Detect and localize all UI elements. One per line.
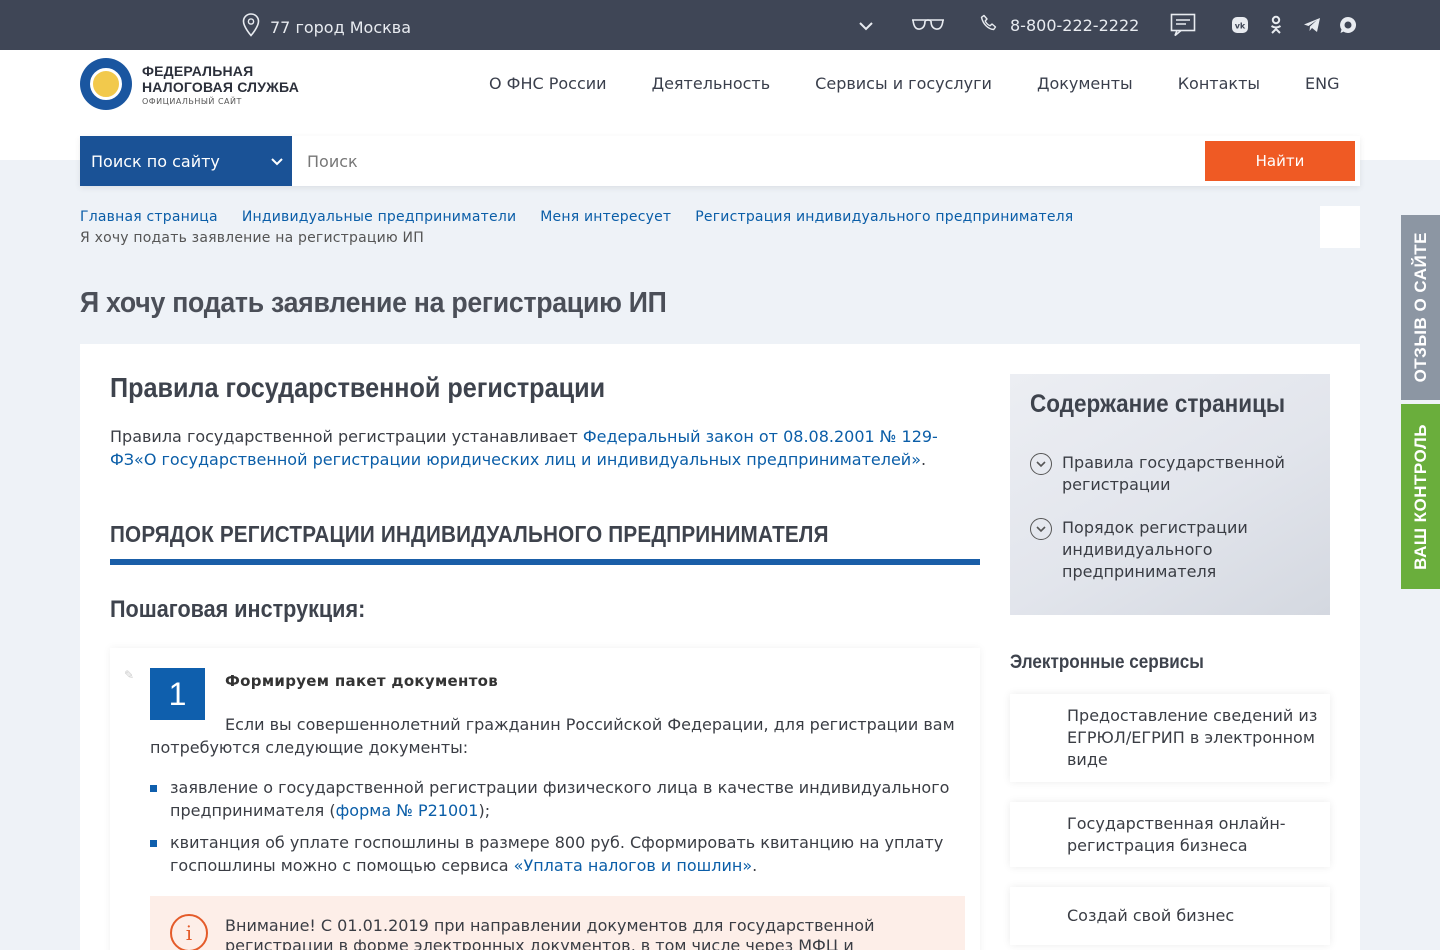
nav-item-documents[interactable]: Документы [1037,74,1133,93]
max-icon[interactable] [1338,15,1358,35]
logo-line-1: ФЕДЕРАЛЬНАЯ [142,62,254,79]
nav-item-eng[interactable]: ENG [1305,74,1339,93]
form-p21001-link[interactable]: форма № Р21001 [336,801,479,820]
breadcrumb-registration[interactable]: Регистрация индивидуального предпринимат… [695,209,1073,225]
section-underline [110,559,980,565]
page-title: Я хочу подать заявление на регистрацию И… [80,287,667,319]
services-title: Электронные сервисы [1010,652,1204,673]
nav-item-about[interactable]: О ФНС России [489,74,607,93]
emblem-icon [80,58,132,110]
content-card: Правила государственной регистрации Прав… [80,344,1360,950]
search-bar: Поиск по сайту Найти [80,136,1360,186]
phone-icon [980,14,998,36]
svg-text:vk: vk [1235,22,1246,31]
service-egrul[interactable]: Предоставление сведений из ЕГРЮЛ/ЕГРИП в… [1010,694,1330,782]
step-title: Формируем пакет документов [225,672,499,690]
toc-item-rules[interactable]: Правила государственной регистрации [1030,452,1320,496]
top-bar: 77 город Москва 8-800-222-2222 vk [0,0,1440,50]
odnoklassniki-icon[interactable] [1266,15,1286,35]
step-description: Если вы совершеннолетний гражданин Росси… [150,715,955,757]
toc-item-procedure[interactable]: Порядок регистрации индивидуального пред… [1030,517,1320,583]
message-icon[interactable] [1170,13,1196,41]
list-item-text: заявление о государственной регистрации … [170,778,950,820]
social-links: vk [1230,15,1358,35]
logo-line-2: НАЛОГОВАЯ СЛУЖБА [142,78,300,95]
intro-paragraph: Правила государственной регистрации уста… [110,425,970,471]
logo-line-3: ОФИЦИАЛЬНЫЙ САЙТ [142,96,242,106]
warning-text: Внимание! С 01.01.2019 при направлении д… [225,916,875,950]
breadcrumb-entrepreneurs[interactable]: Индивидуальные предприниматели [242,209,516,225]
service-label: Предоставление сведений из ЕГРЮЛ/ЕГРИП в… [1067,706,1318,769]
chevron-down-circle-icon [1030,518,1052,540]
location-text: 77 город Москва [270,17,412,37]
service-label: Государственная онлайн-регистрация бизне… [1067,813,1286,855]
toc-item-label: Порядок регистрации индивидуального пред… [1062,518,1248,581]
pencil-icon: ✎ [124,668,135,682]
list-item: заявление о государственной регистрации … [150,776,970,822]
list-item-end: . [752,856,758,875]
toc-title: Содержание страницы [1030,390,1286,418]
breadcrumb-interested[interactable]: Меня интересует [540,209,671,225]
telegram-icon[interactable] [1302,15,1322,35]
logo-text: ФЕДЕРАЛЬНАЯ НАЛОГОВАЯ СЛУЖБА ОФИЦИАЛЬНЫЙ… [142,63,299,106]
breadcrumb-current: Я хочу подать заявление на регистрацию И… [80,230,424,246]
control-tab-label: ВАШ КОНТРОЛЬ [1410,423,1430,570]
nav-item-activity[interactable]: Деятельность [652,74,771,93]
warning-box: i Внимание! С 01.01.2019 при направлении… [150,896,965,950]
phone-number: 8-800-222-2222 [1010,15,1140,35]
nav-item-services[interactable]: Сервисы и госуслуги [815,74,992,93]
breadcrumb-home[interactable]: Главная страница [80,209,218,225]
location-selector[interactable]: 77 город Москва [242,13,411,41]
vk-icon[interactable]: vk [1230,15,1250,35]
search-scope-label: Поиск по сайту [91,151,220,171]
list-item-end: ); [478,801,491,820]
phone-link[interactable]: 8-800-222-2222 [980,14,1139,36]
chevron-down-icon[interactable] [858,16,874,40]
your-control-tab[interactable]: ВАШ КОНТРОЛЬ [1401,404,1440,589]
chevron-down-circle-icon [1030,453,1052,475]
search-button[interactable]: Найти [1205,141,1355,181]
glasses-icon[interactable] [910,16,946,38]
feedback-tab-label: ОТЗЫВ О САЙТЕ [1410,232,1430,383]
table-of-contents: Содержание страницы Правила государствен… [1010,374,1330,615]
intro-text: Правила государственной регистрации уста… [110,427,583,446]
breadcrumb: Главная страница Индивидуальные предприн… [80,209,1073,246]
info-icon: i [170,914,208,950]
documents-list: заявление о государственной регистрации … [150,776,970,886]
search-input[interactable] [292,136,1192,186]
instruction-title: Пошаговая инструкция: [110,596,366,623]
main-nav: О ФНС России Деятельность Сервисы и госу… [489,74,1340,93]
map-pin-icon [242,13,260,41]
chevron-down-icon [270,154,284,173]
list-item: квитанция об уплате госпошлины в размере… [150,831,970,877]
step-card: ✎ 1 Формируем пакет документов Если вы с… [110,648,980,950]
site-feedback-tab[interactable]: ОТЗЫВ О САЙТЕ [1401,215,1440,400]
section-title-procedure: ПОРЯДОК РЕГИСТРАЦИИ ИНДИВИДУАЛЬНОГО ПРЕД… [110,521,829,547]
service-create-business[interactable]: Создай свой бизнес [1010,887,1330,945]
section-title-rules: Правила государственной регистрации [110,372,606,403]
service-label: Создай свой бизнес [1067,906,1235,925]
toc-item-label: Правила государственной регистрации [1062,453,1285,494]
service-online-registration[interactable]: Государственная онлайн-регистрация бизне… [1010,802,1330,867]
search-scope-select[interactable]: Поиск по сайту [80,136,292,186]
intro-end: . [921,450,927,469]
site-logo[interactable]: ФЕДЕРАЛЬНАЯ НАЛОГОВАЯ СЛУЖБА ОФИЦИАЛЬНЫЙ… [80,58,299,110]
tax-payment-link[interactable]: «Уплата налогов и пошлин» [514,856,752,875]
print-button[interactable] [1320,206,1360,248]
nav-item-contacts[interactable]: Контакты [1178,74,1260,93]
